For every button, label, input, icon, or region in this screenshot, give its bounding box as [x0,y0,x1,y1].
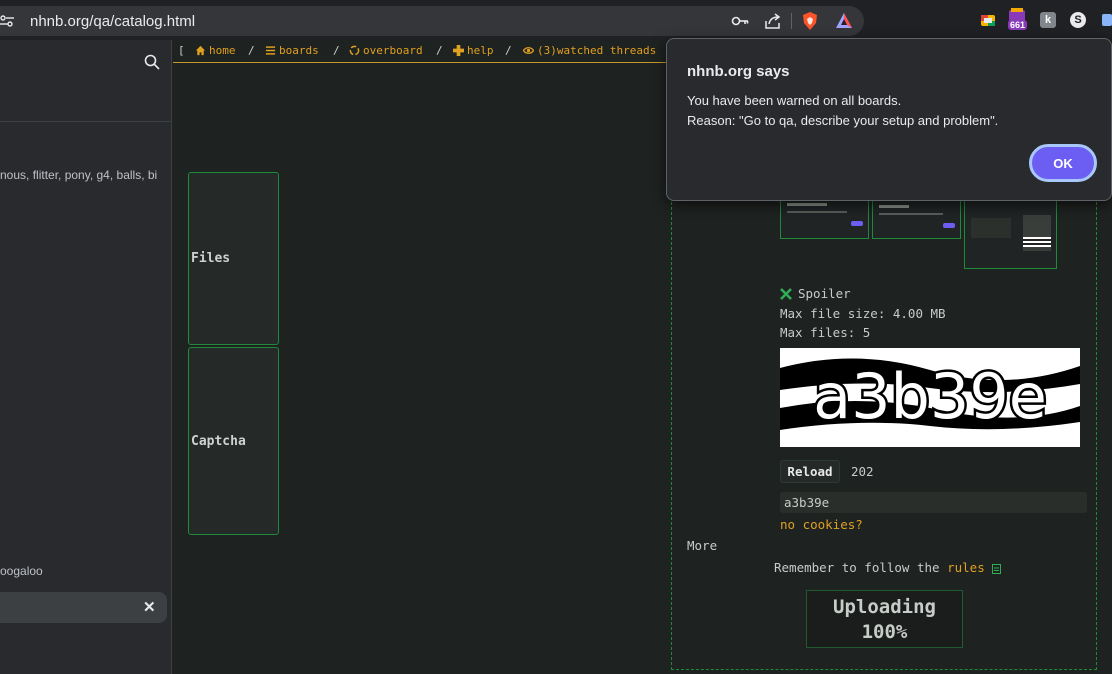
nav-open-bracket: [ [178,44,185,57]
captcha-image: a3b39e a3b39e [780,348,1080,447]
dialog-title: nhnb.org says [687,63,790,80]
dialog-message-line2: Reason: "Go to qa, describe your setup a… [687,113,999,128]
rules-link[interactable]: rules [947,560,985,575]
captcha-reload-button[interactable]: Reload [780,460,840,483]
eye-icon [523,47,534,54]
ok-button[interactable]: OK [1029,144,1097,182]
ext-partial-icon[interactable] [1102,12,1112,28]
side-panel-divider [0,121,172,122]
nav-watched-link[interactable]: (3)watched threads [523,44,656,57]
no-cookies-link[interactable]: no cookies? [780,517,863,532]
nav-watched-label: (3)watched threads [537,44,657,57]
brave-shields-icon[interactable] [800,11,820,31]
ext-google-icon[interactable] [980,12,996,28]
nav-overboard-link[interactable]: overboard [349,44,423,57]
max-file-size: Max file size: 4.00 MB [780,306,946,321]
url-text[interactable]: nhnb.org/qa/catalog.html [30,13,195,30]
external-link-icon [992,563,1002,574]
nav-overboard-label: overboard [363,44,423,57]
plus-icon [453,45,464,56]
key-icon[interactable] [730,11,750,31]
nav-separator: / [333,44,340,57]
recycle-icon [349,45,360,56]
spoiler-label: Spoiler [798,286,851,301]
share-icon[interactable] [763,11,783,31]
toolbar-divider [791,13,792,29]
upload-progress-text: 100% [861,621,908,643]
upload-status-text: Uploading [833,596,936,618]
check-x-icon [780,287,792,300]
board-item-text[interactable]: oogaloo [0,564,43,578]
side-search-field[interactable]: ✕ [0,592,167,623]
board-tags-text[interactable]: nous, flitter, pony, g4, balls, bi [0,168,158,182]
nav-separator: / [505,44,512,57]
site-info-icon[interactable] [0,14,14,28]
files-row-label: Files [188,172,279,345]
upload-progress-button[interactable]: Uploading 100% [806,590,963,648]
side-panel: nous, flitter, pony, g4, balls, bi oogal… [0,40,172,674]
nav-separator: / [248,44,255,57]
extension-count-badge: 661 [1008,20,1028,30]
captcha-row-label: Captcha [188,347,279,535]
captcha-input[interactable] [780,492,1087,513]
nav-separator: / [436,44,443,57]
spoiler-option[interactable]: Spoiler [780,286,851,301]
alert-dialog: nhnb.org says You have been warned on al… [666,38,1112,201]
brave-rewards-icon[interactable] [834,11,854,31]
ext-s-icon[interactable]: S [1070,12,1086,28]
nav-help-link[interactable]: help [453,44,494,57]
address-bar[interactable]: nhnb.org/qa/catalog.html [0,6,864,36]
nav-home-label: home [209,44,236,57]
list-icon [265,46,276,55]
rules-notice: Remember to follow the rules [774,560,1002,575]
nav-home-link[interactable]: home [195,44,236,57]
close-icon[interactable]: ✕ [143,598,156,616]
home-icon [195,45,206,56]
browser-toolbar: nhnb.org/qa/catalog.html 661 k S [0,0,1112,40]
ext-k-icon[interactable]: k [1040,12,1056,28]
dialog-message-line1: You have been warned on all boards. [687,93,902,108]
rules-prefix: Remember to follow the [774,560,948,575]
ext-badge-icon[interactable]: 661 [1008,8,1030,34]
captcha-graphic: a3b39e a3b39e [780,358,1080,436]
nav-boards-link[interactable]: boards [265,44,319,57]
captcha-timer: 202 [851,464,874,479]
captcha-text-fill: a3b39e [813,360,1047,433]
search-icon[interactable] [144,54,160,70]
files-label: Files [191,251,231,266]
more-toggle[interactable]: More [687,538,717,553]
max-files: Max files: 5 [780,325,871,340]
nav-boards-label: boards [279,44,319,57]
nav-help-label: help [467,44,494,57]
captcha-label: Captcha [191,433,246,449]
